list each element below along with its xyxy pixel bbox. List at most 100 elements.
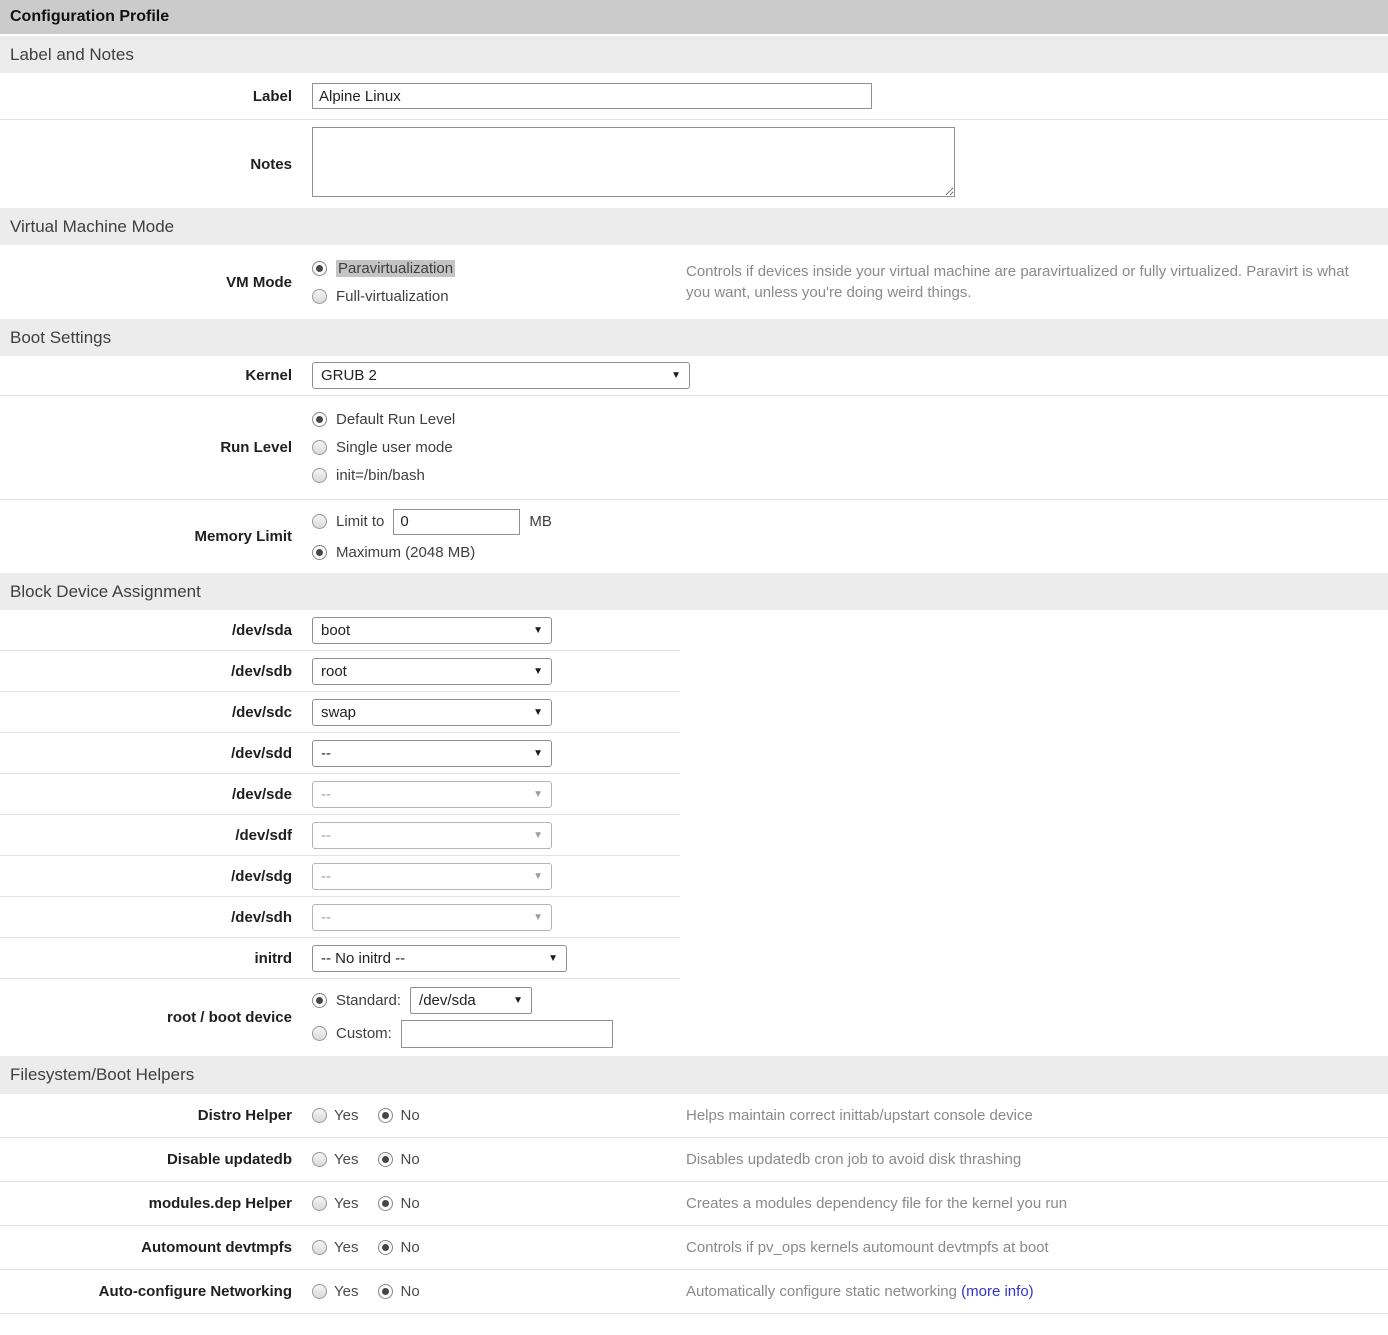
yes-label[interactable]: Yes	[334, 1239, 358, 1256]
no-label[interactable]: No	[400, 1239, 419, 1256]
device-sda-select[interactable]: boot ▼	[312, 617, 552, 644]
root-boot-standard-label[interactable]: Standard:	[336, 992, 401, 1009]
configuration-profile-page: Configuration Profile Label and Notes La…	[0, 0, 1388, 1335]
run-level-label: Run Level	[0, 439, 302, 456]
device-label: /dev/sde	[0, 786, 302, 803]
disable-updatedb-no-radio[interactable]	[378, 1152, 393, 1167]
helper-row-disable-updatedb: Disable updatedb Yes No Disables updated…	[0, 1138, 1388, 1182]
device-row-sdg: /dev/sdg -- ▼	[0, 856, 1388, 897]
disable-updatedb-yes-radio[interactable]	[312, 1152, 327, 1167]
auto-configure-networking-no-radio[interactable]	[378, 1284, 393, 1299]
run-level-single-user-radio[interactable]	[312, 440, 327, 455]
run-level-init-bash-radio[interactable]	[312, 468, 327, 483]
initrd-select-value: -- No initrd --	[321, 950, 405, 967]
automount-devtmpfs-no-radio[interactable]	[378, 1240, 393, 1255]
run-level-single-user-label[interactable]: Single user mode	[336, 439, 453, 456]
root-boot-custom-radio[interactable]	[312, 1026, 327, 1041]
section-filesystem-boot-helpers: Filesystem/Boot Helpers	[0, 1056, 1388, 1094]
memory-limit-input[interactable]	[393, 509, 520, 535]
device-sdf-select: -- ▼	[312, 822, 552, 849]
automount-devtmpfs-yes-radio[interactable]	[312, 1240, 327, 1255]
run-level-row: Run Level Default Run Level Single user …	[0, 396, 1388, 500]
no-label[interactable]: No	[400, 1283, 419, 1300]
modules-dep-yes-radio[interactable]	[312, 1196, 327, 1211]
yes-label[interactable]: Yes	[334, 1195, 358, 1212]
helper-help-text: Disables updatedb cron job to avoid disk…	[686, 1149, 1388, 1170]
device-sdd-select[interactable]: -- ▼	[312, 740, 552, 767]
vm-mode-full-virtualization-radio[interactable]	[312, 289, 327, 304]
auto-configure-networking-yes-radio[interactable]	[312, 1284, 327, 1299]
label-field-label: Label	[0, 88, 302, 105]
vm-mode-paravirtualization-label[interactable]: Paravirtualization	[336, 260, 455, 277]
distro-helper-no-radio[interactable]	[378, 1108, 393, 1123]
page-title: Configuration Profile	[10, 8, 169, 26]
section-virtual-machine-mode: Virtual Machine Mode	[0, 208, 1388, 245]
dropdown-arrow-icon: ▼	[533, 830, 543, 841]
section-title: Label and Notes	[10, 45, 134, 65]
memory-limit-to-label[interactable]: Limit to	[336, 513, 384, 530]
dropdown-arrow-icon: ▼	[533, 748, 543, 759]
no-label[interactable]: No	[400, 1195, 419, 1212]
label-input[interactable]	[312, 83, 872, 109]
distro-helper-yes-radio[interactable]	[312, 1108, 327, 1123]
run-level-default-label[interactable]: Default Run Level	[336, 411, 455, 428]
dropdown-arrow-icon: ▼	[533, 871, 543, 882]
helper-row-auto-configure-networking: Auto-configure Networking Yes No Automat…	[0, 1270, 1388, 1314]
dropdown-arrow-icon: ▼	[513, 995, 523, 1006]
yes-label[interactable]: Yes	[334, 1107, 358, 1124]
root-boot-standard-radio[interactable]	[312, 993, 327, 1008]
device-sde-select: -- ▼	[312, 781, 552, 808]
label-row: Label	[0, 73, 1388, 120]
more-info-link[interactable]: (more info)	[961, 1283, 1034, 1300]
root-boot-custom-input[interactable]	[401, 1020, 613, 1048]
helper-help-text: Helps maintain correct inittab/upstart c…	[686, 1105, 1388, 1126]
root-boot-custom-label[interactable]: Custom:	[336, 1025, 392, 1042]
section-title: Filesystem/Boot Helpers	[10, 1065, 194, 1085]
device-sdc-select[interactable]: swap ▼	[312, 699, 552, 726]
memory-limit-label: Memory Limit	[0, 528, 302, 545]
memory-limit-to-radio[interactable]	[312, 514, 327, 529]
root-boot-standard-select[interactable]: /dev/sda ▼	[410, 987, 532, 1014]
no-label[interactable]: No	[400, 1107, 419, 1124]
device-select-value: --	[321, 827, 331, 844]
initrd-select[interactable]: -- No initrd -- ▼	[312, 945, 567, 972]
memory-limit-unit: MB	[529, 513, 552, 530]
kernel-select[interactable]: GRUB 2 ▼	[312, 362, 690, 389]
device-select-value: --	[321, 745, 331, 762]
no-label[interactable]: No	[400, 1151, 419, 1168]
initrd-label: initrd	[0, 950, 302, 967]
device-sdb-select[interactable]: root ▼	[312, 658, 552, 685]
notes-row: Notes	[0, 120, 1388, 208]
run-level-init-bash-label[interactable]: init=/bin/bash	[336, 467, 425, 484]
device-sdg-select: -- ▼	[312, 863, 552, 890]
yes-label[interactable]: Yes	[334, 1151, 358, 1168]
device-row-sdb: /dev/sdb root ▼	[0, 651, 1388, 692]
vm-mode-row: VM Mode Paravirtualization Full-virtuali…	[0, 245, 1388, 319]
memory-maximum-radio[interactable]	[312, 545, 327, 560]
vm-mode-label: VM Mode	[0, 274, 302, 291]
notes-textarea[interactable]	[312, 127, 955, 197]
helper-row-modules-dep: modules.dep Helper Yes No Creates a modu…	[0, 1182, 1388, 1226]
memory-maximum-label[interactable]: Maximum (2048 MB)	[336, 544, 475, 561]
device-label: /dev/sdg	[0, 868, 302, 885]
dropdown-arrow-icon: ▼	[533, 707, 543, 718]
root-boot-device-row: root / boot device Standard: /dev/sda ▼ …	[0, 979, 1388, 1056]
device-label: /dev/sdf	[0, 827, 302, 844]
helper-help-text: Controls if pv_ops kernels automount dev…	[686, 1237, 1388, 1258]
run-level-default-radio[interactable]	[312, 412, 327, 427]
section-block-device-assignment: Block Device Assignment	[0, 573, 1388, 610]
helper-label: Automount devtmpfs	[0, 1239, 302, 1256]
yes-label[interactable]: Yes	[334, 1283, 358, 1300]
device-sdh-select: -- ▼	[312, 904, 552, 931]
section-label-and-notes: Label and Notes	[0, 36, 1388, 73]
helper-row-distro-helper: Distro Helper Yes No Helps maintain corr…	[0, 1094, 1388, 1138]
helper-label: Auto-configure Networking	[0, 1283, 302, 1300]
vm-mode-full-virtualization-label[interactable]: Full-virtualization	[336, 288, 449, 305]
vm-mode-paravirtualization-radio[interactable]	[312, 261, 327, 276]
kernel-row: Kernel GRUB 2 ▼	[0, 356, 1388, 396]
device-label: /dev/sdd	[0, 745, 302, 762]
helper-help-text: Creates a modules dependency file for th…	[686, 1193, 1388, 1214]
vm-mode-help-text: Controls if devices inside your virtual …	[686, 261, 1388, 303]
modules-dep-no-radio[interactable]	[378, 1196, 393, 1211]
device-label: /dev/sdb	[0, 663, 302, 680]
